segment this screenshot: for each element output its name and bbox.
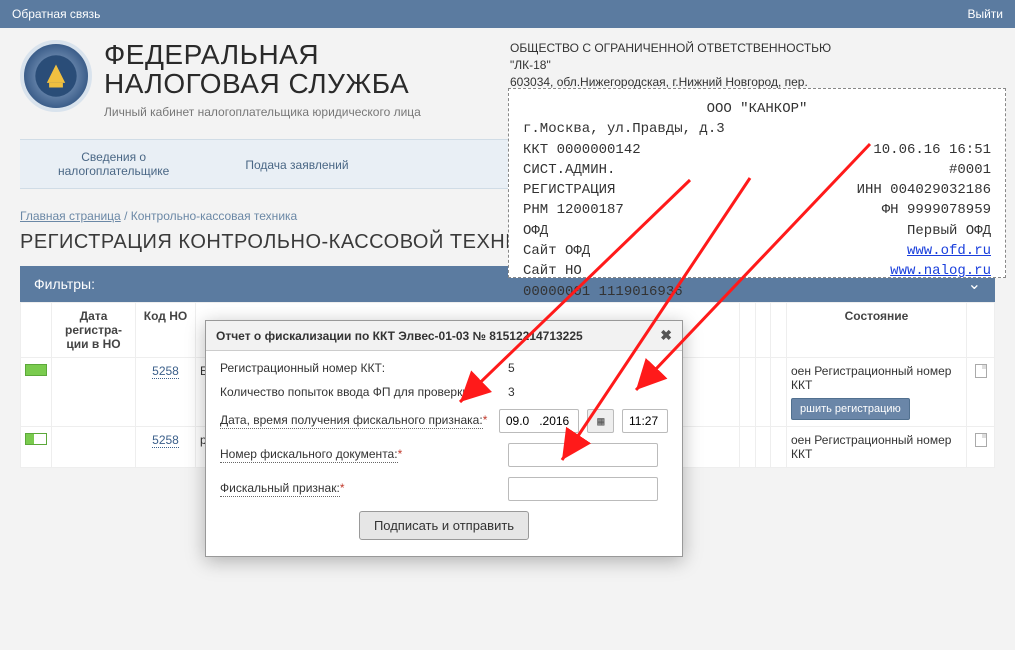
title-line-1: ФЕДЕРАЛЬНАЯ xyxy=(104,39,319,70)
nalog-site-link[interactable]: www.nalog.ru xyxy=(890,261,991,281)
fp-input[interactable] xyxy=(508,477,658,501)
state-text: оен Регистрационный номер ККТ xyxy=(791,364,962,392)
document-icon[interactable] xyxy=(975,364,987,378)
org-line-1: ОБЩЕСТВО С ОГРАНИЧЕННОЙ ОТВЕТСТВЕННОСТЬЮ xyxy=(510,40,831,57)
subtitle: Личный кабинет налогоплательщика юридиче… xyxy=(104,105,421,119)
col-date: Дата регистра-ции в НО xyxy=(52,302,136,357)
receipt-ofd-val: Первый ОФД xyxy=(907,221,991,241)
receipt-bottom: 00000001 1119016936 xyxy=(523,282,991,302)
col-fn xyxy=(771,302,787,357)
receipt-inn: ИНН 004029032186 xyxy=(857,180,991,200)
receipt-datetime: 10.06.16 16:51 xyxy=(873,140,991,160)
breadcrumb-section: Контрольно-кассовая техника xyxy=(131,209,297,223)
label-docnum: Номер фискального документа: xyxy=(220,447,398,463)
docnum-input[interactable] xyxy=(508,443,658,467)
receipt-kkt: ККТ 0000000142 xyxy=(523,140,641,160)
logout-link[interactable]: Выйти xyxy=(967,7,1003,21)
col-no-code: Код НО xyxy=(136,302,196,357)
receipt-reg: РЕГИСТРАЦИЯ xyxy=(523,180,615,200)
calendar-button[interactable]: ▦ xyxy=(587,409,614,433)
org-line-2: "ЛК-18" xyxy=(510,57,831,74)
receipt-fn: ФН 9999078959 xyxy=(882,200,991,220)
receipt-ofd: ОФД xyxy=(523,221,548,241)
label-datetime: Дата, время получения фискального призна… xyxy=(220,413,483,429)
receipt-overlay: ООО "КАНКОР" г.Москва, ул.Правды, д.3 КК… xyxy=(508,88,1006,278)
receipt-addr: г.Москва, ул.Правды, д.3 xyxy=(523,119,991,139)
no-code-link[interactable]: 5258 xyxy=(152,364,179,379)
calendar-icon: ▦ xyxy=(597,414,603,428)
finish-registration-button[interactable]: ршить регистрацию xyxy=(791,398,910,420)
filters-label: Фильтры: xyxy=(34,276,95,292)
sign-send-button[interactable]: Подписать и отправить xyxy=(359,511,529,540)
label-fp: Фискальный признак: xyxy=(220,481,340,497)
org-info: ОБЩЕСТВО С ОГРАНИЧЕННОЙ ОТВЕТСТВЕННОСТЬЮ… xyxy=(510,40,831,90)
receipt-title: ООО "КАНКОР" xyxy=(523,99,991,119)
label-regno: Регистрационный номер ККТ: xyxy=(220,361,500,375)
close-icon[interactable]: ✖ xyxy=(660,327,672,344)
receipt-site-ofd: Сайт ОФД xyxy=(523,241,590,261)
receipt-site-no: Сайт НО xyxy=(523,261,582,281)
col-model xyxy=(755,302,771,357)
col-state: Состояние xyxy=(787,302,967,357)
nav-taxpayer-info[interactable]: Сведения о налогоплательщике xyxy=(20,150,207,178)
fiscalization-modal: Отчет о фискализации по ККТ Элвес-01-03 … xyxy=(205,320,683,557)
label-attempts: Количество попыток ввода ФП для проверки… xyxy=(220,385,500,399)
fns-emblem-icon xyxy=(20,40,92,112)
breadcrumb-home[interactable]: Главная страница xyxy=(20,209,121,223)
state-text: оен Регистрационный номер ККТ xyxy=(787,426,967,467)
no-code-link[interactable]: 5258 xyxy=(152,433,179,448)
time-input[interactable] xyxy=(622,409,668,433)
document-icon[interactable] xyxy=(975,433,987,447)
modal-header: Отчет о фискализации по ККТ Элвес-01-03 … xyxy=(206,321,682,351)
value-regno: 5 xyxy=(508,361,515,375)
ofd-site-link[interactable]: www.ofd.ru xyxy=(907,241,991,261)
receipt-sysadmin: СИСТ.АДМИН. xyxy=(523,160,615,180)
fns-title-block: ФЕДЕРАЛЬНАЯ НАЛОГОВАЯ СЛУЖБА Личный каби… xyxy=(104,40,421,119)
receipt-rnm: РНМ 12000187 xyxy=(523,200,624,220)
value-attempts: 3 xyxy=(508,385,515,399)
receipt-sysval: #0001 xyxy=(949,160,991,180)
topbar: Обратная связь Выйти xyxy=(0,0,1015,28)
status-indicator-icon xyxy=(25,433,47,445)
nav-submit-app[interactable]: Подача заявлений xyxy=(207,150,386,178)
col-rnm xyxy=(740,302,756,357)
modal-title: Отчет о фискализации по ККТ Элвес-01-03 … xyxy=(216,329,583,343)
title-line-2: НАЛОГОВАЯ СЛУЖБА xyxy=(104,68,409,99)
status-indicator-icon xyxy=(25,364,47,376)
feedback-link[interactable]: Обратная связь xyxy=(12,7,100,21)
date-input[interactable] xyxy=(499,409,579,433)
